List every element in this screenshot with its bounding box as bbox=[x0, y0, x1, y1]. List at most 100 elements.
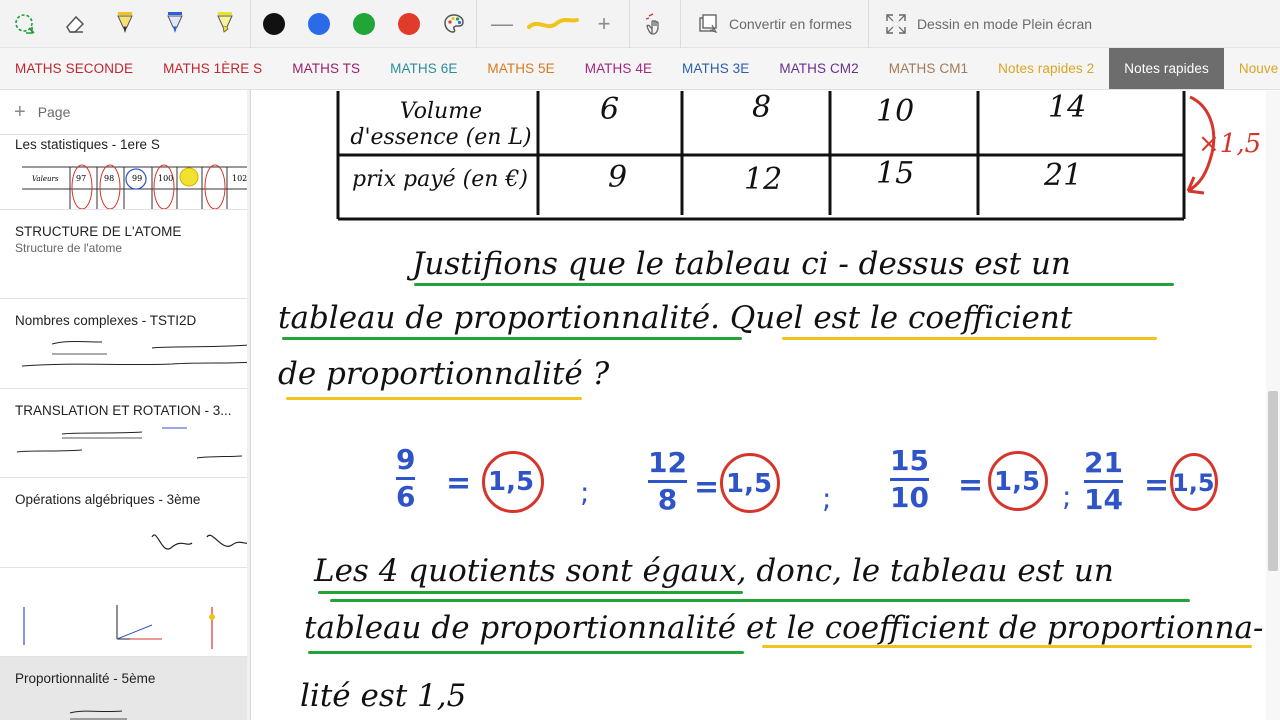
separator-semicolon: ; bbox=[1062, 480, 1072, 513]
pen-blue-icon bbox=[167, 11, 183, 33]
page-thumbnail bbox=[151, 534, 250, 550]
add-page-label: Page bbox=[37, 104, 71, 120]
page-item-operations-algebriques[interactable]: Opérations algébriques - 3ème bbox=[0, 478, 250, 568]
question-underline-2 bbox=[282, 337, 742, 340]
svg-text:Valeurs: Valeurs bbox=[32, 175, 59, 183]
tab-maths-cm2[interactable]: MATHS CM2 bbox=[764, 48, 873, 89]
yellow-pen-tool[interactable] bbox=[100, 0, 150, 48]
page-item-statistiques[interactable]: Les statistiques - 1ere S Valeurs 97 98 … bbox=[0, 134, 250, 210]
canvas-scrollbar[interactable] bbox=[1266, 91, 1280, 720]
page-title: TRANSLATION ET ROTATION - 3... bbox=[15, 403, 232, 418]
question-underline-3 bbox=[782, 337, 1157, 340]
fullscreen-icon bbox=[886, 13, 906, 34]
palette-icon bbox=[443, 13, 464, 33]
conclusion-underline-1 bbox=[318, 591, 743, 594]
page-item-structure-atome[interactable]: STRUCTURE DE L'ATOME Structure de l'atom… bbox=[0, 210, 250, 299]
blue-pen-tool[interactable] bbox=[150, 0, 200, 48]
fraction-2: 12 8 bbox=[648, 449, 687, 514]
fraction-2-result: 1,5 bbox=[726, 469, 773, 499]
conclusion-underline-3 bbox=[308, 651, 744, 654]
stroke-preview bbox=[527, 0, 579, 48]
fraction-2-denominator: 8 bbox=[657, 483, 678, 516]
page-item-vectors[interactable] bbox=[0, 568, 250, 657]
conclusion-line-3: lité est 1,5 bbox=[300, 678, 467, 714]
plus-icon: + bbox=[14, 100, 26, 123]
tab-maths-5e[interactable]: MATHS 5E bbox=[472, 48, 569, 89]
tab-nouvelle-section[interactable]: Nouve bbox=[1224, 48, 1280, 89]
thickness-decrease-button[interactable]: — bbox=[477, 0, 527, 48]
add-page-button[interactable]: + Page bbox=[0, 90, 250, 134]
fraction-1: 9 6 bbox=[396, 443, 416, 511]
eraser-tool[interactable] bbox=[50, 0, 100, 48]
table-cell-r2-c1: 9 bbox=[608, 160, 628, 195]
highlighter-tool[interactable] bbox=[200, 0, 250, 48]
tab-maths-6e[interactable]: MATHS 6E bbox=[375, 48, 472, 89]
lasso-select-tool[interactable] bbox=[0, 0, 50, 48]
page-subtitle: Structure de l'atome bbox=[15, 241, 123, 255]
tab-notes-rapides-2[interactable]: Notes rapides 2 bbox=[983, 48, 1109, 89]
table-cell-r2-c4: 21 bbox=[1044, 158, 1083, 193]
section-tabs: MATHS SECONDE MATHS 1ÈRE S MATHS TS MATH… bbox=[0, 48, 1280, 90]
color-dot bbox=[352, 12, 375, 35]
fraction-1-result: 1,5 bbox=[488, 467, 535, 497]
equals-sign: = bbox=[446, 466, 472, 501]
color-palette-button[interactable] bbox=[431, 0, 476, 48]
color-black-swatch[interactable] bbox=[251, 0, 296, 48]
color-red-swatch[interactable] bbox=[386, 0, 431, 48]
table-cell-r1-c1: 6 bbox=[600, 92, 620, 127]
canvas-scroll-thumb[interactable] bbox=[1268, 391, 1278, 571]
lasso-icon bbox=[15, 13, 35, 34]
tab-maths-ts[interactable]: MATHS TS bbox=[277, 48, 375, 89]
convert-label: Convertir en formes bbox=[729, 15, 852, 32]
page-list-sidebar: + Page Les statistiques - 1ere S Valeurs… bbox=[0, 90, 251, 720]
color-blue-swatch[interactable] bbox=[296, 0, 341, 48]
hand-touch-icon bbox=[645, 12, 659, 35]
fullscreen-label: Dessin en mode Plein écran bbox=[916, 15, 1093, 32]
page-title: Proportionnalité - 5ème bbox=[15, 671, 156, 686]
equals-sign: = bbox=[1144, 468, 1170, 503]
page-title: Opérations algébriques - 3ème bbox=[15, 492, 201, 507]
convert-to-shapes-button[interactable]: Convertir en formes bbox=[681, 0, 868, 48]
page-title: Nombres complexes - TSTI2D bbox=[15, 313, 197, 328]
svg-text:99: 99 bbox=[132, 174, 142, 183]
note-canvas[interactable]: Volume d'essence (en L) prix payé (en €)… bbox=[252, 91, 1280, 720]
sidebar-scrollbar[interactable] bbox=[247, 90, 250, 720]
page-item-translation-rotation[interactable]: TRANSLATION ET ROTATION - 3... bbox=[0, 389, 250, 478]
table-cell-r1-c2: 8 bbox=[752, 91, 772, 125]
question-line-2: tableau de proportionnalité. Quel est le… bbox=[278, 300, 1073, 336]
question-line-1: Justifions que le tableau ci - dessus es… bbox=[412, 246, 1071, 282]
thickness-increase-button[interactable]: + bbox=[579, 0, 629, 48]
tab-maths-3e[interactable]: MATHS 3E bbox=[667, 48, 764, 89]
page-thumbnail bbox=[21, 341, 250, 367]
tab-maths-1ere-s[interactable]: MATHS 1ÈRE S bbox=[148, 48, 277, 89]
svg-text:100: 100 bbox=[158, 174, 173, 183]
page-thumbnail bbox=[69, 710, 127, 720]
minus-icon: — bbox=[491, 10, 513, 36]
tab-maths-seconde[interactable]: MATHS SECONDE bbox=[0, 48, 148, 89]
svg-text:102: 102 bbox=[232, 174, 247, 183]
separator-semicolon: ; bbox=[580, 476, 590, 509]
tab-maths-4e[interactable]: MATHS 4E bbox=[570, 48, 667, 89]
tab-maths-cm1[interactable]: MATHS CM1 bbox=[874, 48, 983, 89]
plus-icon: + bbox=[597, 10, 611, 36]
equals-sign: = bbox=[694, 470, 720, 505]
page-item-proportionnalite[interactable]: Proportionnalité - 5ème bbox=[0, 657, 250, 720]
table-cell-r1-c3: 10 bbox=[876, 94, 915, 129]
color-dot bbox=[262, 12, 285, 35]
eraser-icon bbox=[66, 15, 85, 33]
fraction-4-numerator: 21 bbox=[1084, 446, 1123, 479]
fraction-3-denominator: 10 bbox=[890, 481, 929, 514]
table-cell-r1-c4: 14 bbox=[1048, 91, 1087, 125]
tab-notes-rapides[interactable]: Notes rapides bbox=[1109, 48, 1224, 89]
svg-text:98: 98 bbox=[104, 174, 114, 183]
separator-semicolon: ; bbox=[822, 482, 832, 515]
page-item-nombres-complexes[interactable]: Nombres complexes - TSTI2D bbox=[0, 299, 250, 389]
fraction-1-numerator: 9 bbox=[396, 443, 416, 476]
color-green-swatch[interactable] bbox=[341, 0, 386, 48]
color-dot bbox=[307, 12, 330, 35]
fullscreen-drawing-button[interactable]: Dessin en mode Plein écran bbox=[869, 0, 1108, 48]
touch-draw-toggle[interactable] bbox=[630, 0, 680, 48]
conclusion-underline-4 bbox=[762, 645, 1252, 648]
page-thumbnail bbox=[16, 427, 243, 459]
fraction-3-result: 1,5 bbox=[994, 467, 1041, 497]
